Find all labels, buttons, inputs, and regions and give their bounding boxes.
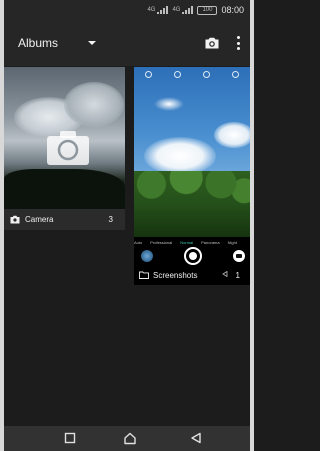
home-icon xyxy=(124,432,136,444)
album-count: 1 xyxy=(235,270,240,280)
album-thumbnail xyxy=(4,67,125,209)
camera-overlay-icon xyxy=(47,131,89,165)
more-options-button[interactable] xyxy=(235,34,241,52)
folder-icon xyxy=(139,271,149,279)
camera-small-icon xyxy=(10,215,20,224)
triangle-back-icon xyxy=(191,432,201,444)
status-time: 08:00 xyxy=(221,5,244,15)
app-bar: Albums xyxy=(4,22,250,66)
mode-label-active: Normal xyxy=(180,239,194,245)
navigation-bar xyxy=(4,426,250,451)
back-triangle-icon xyxy=(222,271,228,277)
mode-label: Panorama xyxy=(201,239,220,245)
album-meta: Camera 3 xyxy=(4,209,125,230)
page-title: Albums xyxy=(18,36,59,50)
camera-toolbar-icons xyxy=(134,67,250,81)
battery-icon: 100 xyxy=(197,5,218,15)
camera-button[interactable] xyxy=(204,35,220,51)
camera-modes: Auto Professional Normal Panorama Night xyxy=(134,237,250,247)
mode-label: Night xyxy=(227,239,237,245)
status-icons: 4G 4G 100 08:00 xyxy=(147,5,244,15)
video-icon xyxy=(233,250,245,262)
albums-dropdown[interactable]: Albums xyxy=(18,36,97,50)
mode-label: Auto xyxy=(134,239,143,245)
overview-button[interactable] xyxy=(62,431,78,445)
signal-icon xyxy=(157,6,169,14)
signal-icon-2 xyxy=(182,6,194,14)
camera-icon xyxy=(205,37,219,49)
signal-label-2: 4G xyxy=(172,7,181,13)
more-vert-icon xyxy=(236,36,240,39)
mode-label: Professional xyxy=(150,239,173,245)
album-meta: Screenshots 1 xyxy=(134,265,250,285)
signal-label-1: 4G xyxy=(147,7,156,13)
home-button[interactable] xyxy=(122,431,138,445)
album-count: 3 xyxy=(108,215,113,224)
shutter-icon xyxy=(184,247,202,265)
phone-screen: 4G 4G 100 08:00 Albums Camera 3 Auto Pro… xyxy=(0,0,254,451)
album-card-screenshots[interactable]: Auto Professional Normal Panorama Night … xyxy=(134,67,250,285)
square-icon xyxy=(64,432,76,444)
album-card-camera[interactable]: Camera 3 xyxy=(4,67,125,230)
album-name: Camera xyxy=(25,215,54,224)
back-button[interactable] xyxy=(188,431,204,445)
album-name: Screenshots xyxy=(153,270,198,280)
gallery-thumb-icon xyxy=(141,250,153,262)
caret-down-icon xyxy=(88,41,97,45)
status-bar: 4G 4G 100 08:00 xyxy=(4,0,250,22)
album-thumbnail: Auto Professional Normal Panorama Night xyxy=(134,67,250,285)
